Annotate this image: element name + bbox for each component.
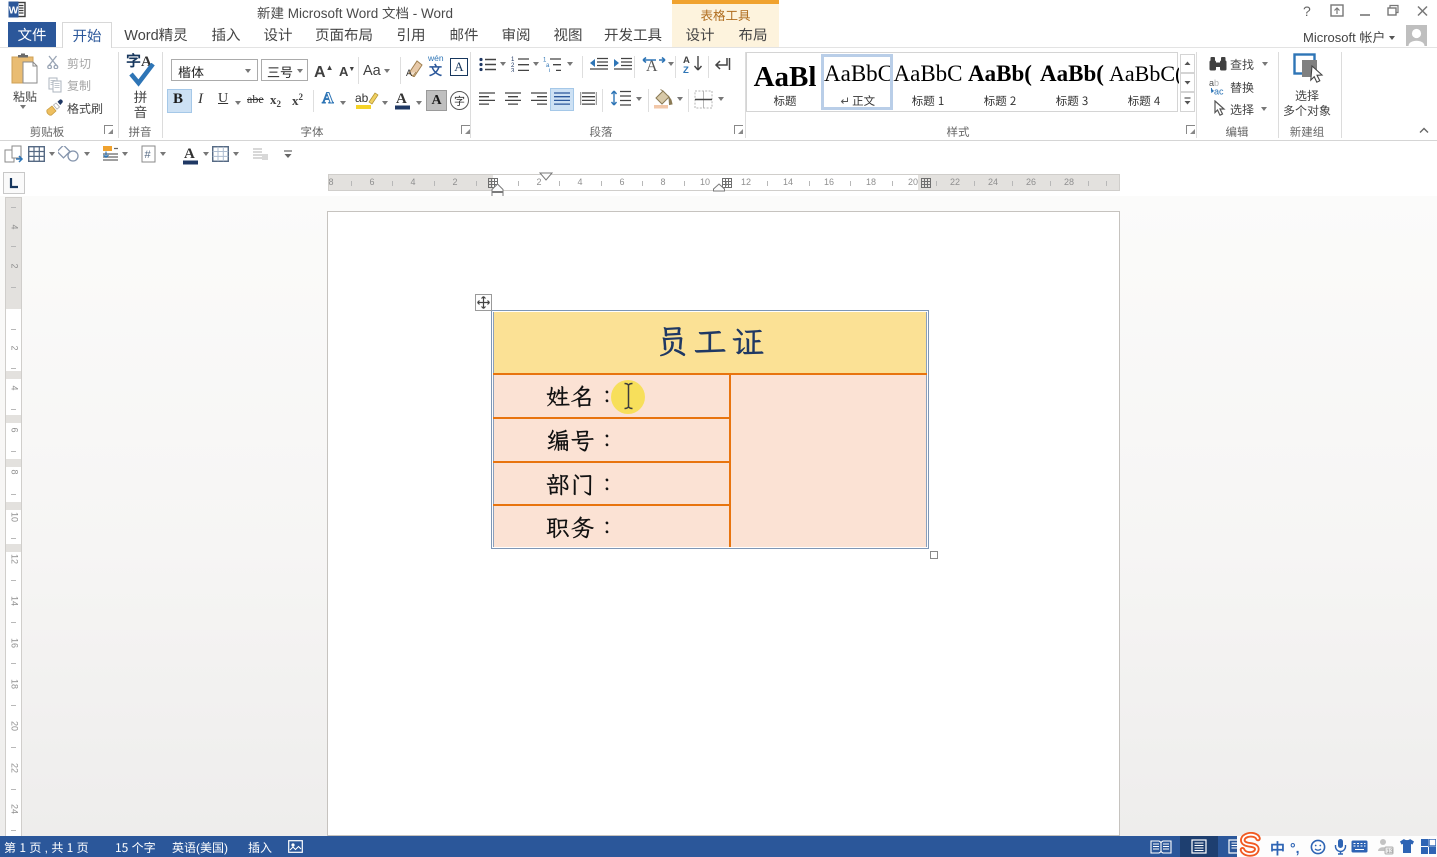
svg-text:Z: Z bbox=[683, 65, 689, 74]
svg-text:A: A bbox=[406, 68, 412, 77]
svg-text:13: 13 bbox=[1387, 849, 1394, 855]
svg-text:A: A bbox=[184, 146, 195, 162]
svg-text:?: ? bbox=[1303, 3, 1311, 19]
svg-text:i: i bbox=[549, 69, 550, 73]
svg-text:#: # bbox=[145, 149, 152, 161]
svg-text:ab: ab bbox=[355, 91, 369, 105]
svg-text:A: A bbox=[396, 91, 407, 107]
svg-text:3: 3 bbox=[511, 69, 515, 73]
svg-text:ac: ac bbox=[1214, 87, 1224, 96]
